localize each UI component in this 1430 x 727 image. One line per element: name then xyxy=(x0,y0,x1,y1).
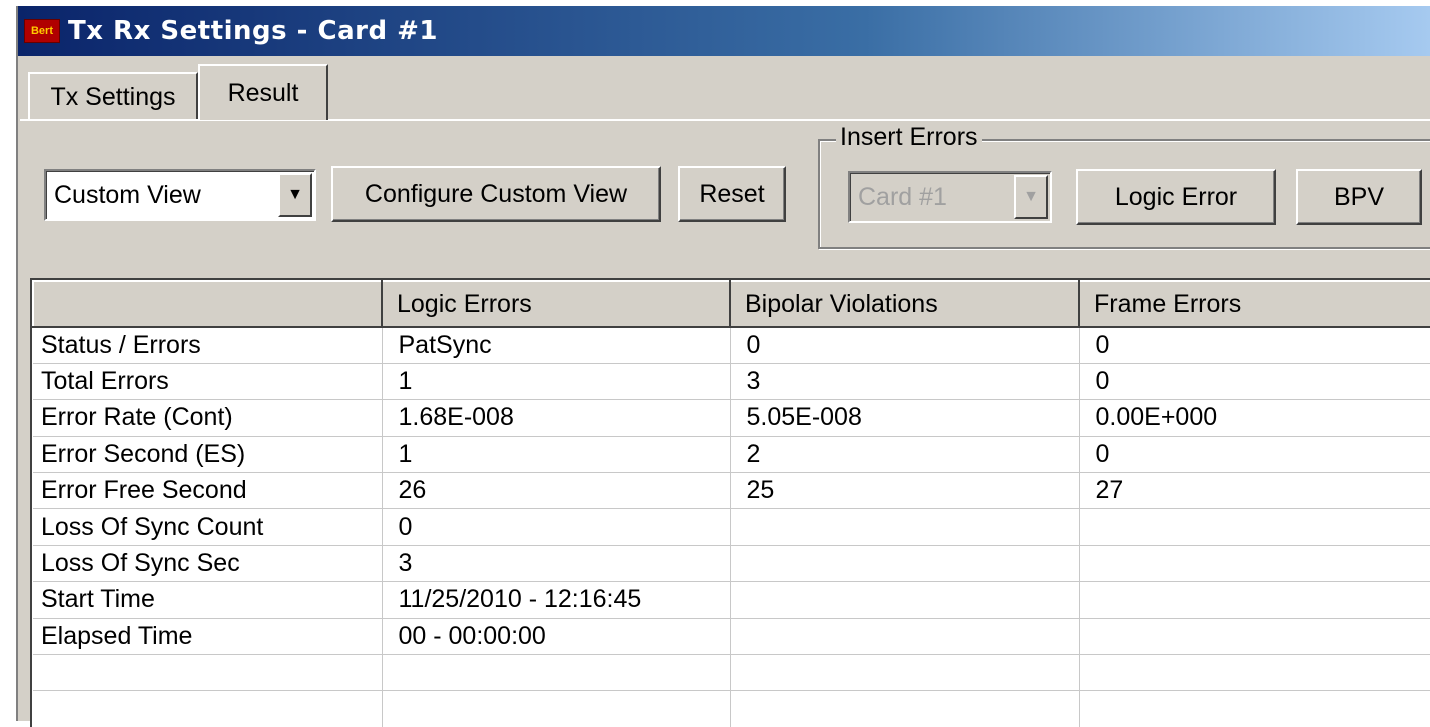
configure-custom-view-button[interactable]: Configure Custom View xyxy=(331,166,661,222)
table-cell xyxy=(1079,654,1430,692)
results-table: Logic Errors Bipolar Violations Frame Er… xyxy=(32,280,1430,727)
bpv-button[interactable]: BPV xyxy=(1296,169,1422,225)
results-body: Status / Errors PatSync 0 0 Total Errors 1 3 0 E… xyxy=(33,327,1430,727)
table-cell: 2 xyxy=(730,436,1080,474)
row-label: Elapsed Time xyxy=(33,618,383,656)
insert-errors-legend: Insert Errors xyxy=(836,123,982,152)
table-cell: 1 xyxy=(382,363,731,401)
chevron-down-icon: ▼ xyxy=(1014,175,1048,219)
table-cell: 00 - 00:00:00 xyxy=(382,618,731,656)
table-row[interactable] xyxy=(33,690,1430,727)
row-label: Loss Of Sync Count xyxy=(33,508,383,546)
header-row: Logic Errors Bipolar Violations Frame Er… xyxy=(32,280,1430,328)
table-cell xyxy=(730,508,1080,546)
table-row[interactable]: Error Second (ES) 1 2 0 xyxy=(33,436,1430,474)
table-row[interactable]: Start Time 11/25/2010 - 12:16:45 xyxy=(33,581,1430,619)
row-label: Error Free Second xyxy=(33,472,383,510)
table-cell: 0 xyxy=(1079,436,1430,474)
table-cell: 11/25/2010 - 12:16:45 xyxy=(382,581,731,619)
table-cell xyxy=(730,690,1080,727)
table-cell: 3 xyxy=(382,545,731,583)
table-cell: 27 xyxy=(1079,472,1430,510)
chevron-down-icon[interactable]: ▼ xyxy=(278,173,312,217)
table-cell xyxy=(1079,690,1430,727)
table-row[interactable]: Status / Errors PatSync 0 0 xyxy=(33,327,1430,364)
card-select: Card #1 ▼ xyxy=(848,171,1052,223)
row-label: Total Errors xyxy=(33,363,383,401)
view-select[interactable]: Custom View ▼ xyxy=(44,169,316,221)
table-cell: 1 xyxy=(382,436,731,474)
row-label xyxy=(33,690,383,727)
table-cell: 0 xyxy=(382,508,731,546)
table-cell xyxy=(1079,618,1430,656)
view-select-value: Custom View xyxy=(54,180,201,209)
table-cell: PatSync xyxy=(382,327,731,364)
table-cell: 1.68E-008 xyxy=(382,399,731,437)
row-label: Start Time xyxy=(33,581,383,619)
column-header-bipolar-violations[interactable]: Bipolar Violations xyxy=(729,280,1080,328)
row-label: Error Second (ES) xyxy=(33,436,383,474)
table-cell: 0 xyxy=(730,327,1080,364)
title-bar[interactable]: Bert Tx Rx Settings - Card #1 xyxy=(18,6,1430,56)
table-cell xyxy=(1079,581,1430,619)
table-cell: 26 xyxy=(382,472,731,510)
row-label: Status / Errors xyxy=(33,327,383,364)
table-cell xyxy=(730,545,1080,583)
settings-window: Bert Tx Rx Settings - Card #1 Tx Setting… xyxy=(16,6,1430,727)
table-cell: 3 xyxy=(730,363,1080,401)
row-label: Loss Of Sync Sec xyxy=(33,545,383,583)
table-cell xyxy=(1079,508,1430,546)
column-header-logic-errors[interactable]: Logic Errors xyxy=(381,280,731,328)
column-header-label[interactable] xyxy=(32,280,383,328)
table-cell xyxy=(1079,545,1430,583)
table-row[interactable]: Loss Of Sync Count 0 xyxy=(33,508,1430,546)
logic-error-button[interactable]: Logic Error xyxy=(1076,169,1276,225)
table-cell: 0 xyxy=(1079,327,1430,364)
window-title: Tx Rx Settings - Card #1 xyxy=(68,16,439,46)
tab-tx-settings[interactable]: Tx Settings xyxy=(28,72,198,120)
table-row[interactable]: Loss Of Sync Sec 3 xyxy=(33,545,1430,583)
row-label: Error Rate (Cont) xyxy=(33,399,383,437)
table-row[interactable]: Total Errors 1 3 0 xyxy=(33,363,1430,401)
table-cell: 5.05E-008 xyxy=(730,399,1080,437)
results-grid[interactable]: Logic Errors Bipolar Violations Frame Er… xyxy=(30,278,1430,727)
card-select-value: Card #1 xyxy=(858,182,947,211)
tab-result[interactable]: Result xyxy=(198,64,328,120)
reset-button[interactable]: Reset xyxy=(678,166,786,222)
column-header-frame-errors[interactable]: Frame Errors xyxy=(1078,280,1430,328)
table-row[interactable]: Elapsed Time 00 - 00:00:00 xyxy=(33,618,1430,656)
table-cell: 0.00E+000 xyxy=(1079,399,1430,437)
table-row[interactable]: Error Free Second 26 25 27 xyxy=(33,472,1430,510)
app-icon: Bert xyxy=(24,19,60,43)
table-cell xyxy=(730,618,1080,656)
table-cell xyxy=(730,581,1080,619)
insert-errors-group: Insert Errors Card #1 ▼ Logic Error BPV xyxy=(818,123,1430,249)
table-row[interactable]: Error Rate (Cont) 1.68E-008 5.05E-008 0.00E… xyxy=(33,399,1430,437)
table-cell: 25 xyxy=(730,472,1080,510)
table-cell xyxy=(730,654,1080,692)
table-row[interactable] xyxy=(33,654,1430,692)
row-label xyxy=(33,654,383,692)
table-cell xyxy=(382,654,731,692)
table-cell xyxy=(382,690,731,727)
table-cell: 0 xyxy=(1079,363,1430,401)
